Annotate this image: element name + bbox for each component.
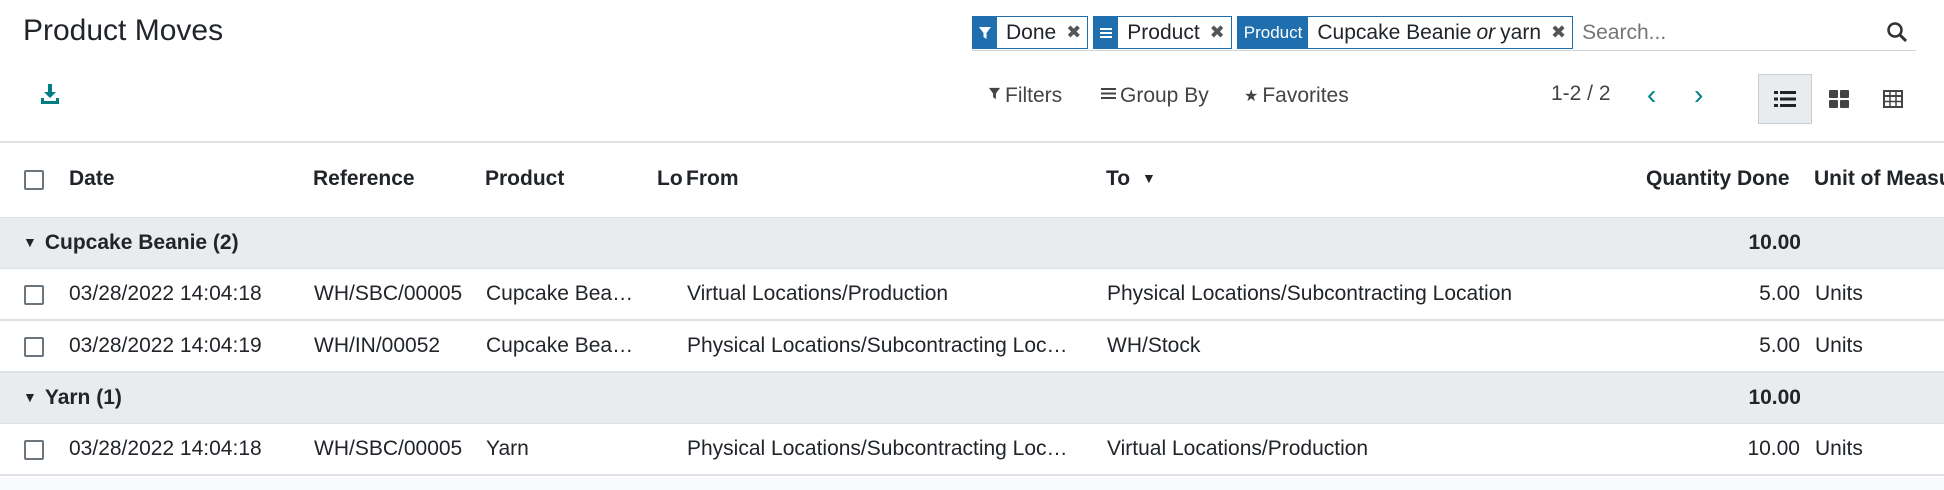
view-switcher — [1758, 74, 1920, 124]
facet-value: Cupcake Beanie or yarn — [1308, 17, 1547, 48]
chevron-right-icon[interactable]: › — [1694, 81, 1703, 109]
filter-icon — [973, 17, 997, 48]
cell-to: Physical Locations/Subcontracting Locati… — [1107, 282, 1513, 305]
star-icon: ★ — [1244, 88, 1259, 105]
search-input[interactable] — [1578, 16, 1916, 49]
group-row[interactable]: ▼ Yarn (1) 10.00 — [0, 373, 1944, 424]
cell-uom: Units — [1815, 282, 1863, 305]
pager-value[interactable]: 1-2 / 2 — [1551, 82, 1611, 106]
table-bottom-strip — [0, 478, 1944, 490]
list-view-button[interactable] — [1758, 74, 1812, 124]
cell-from: Physical Locations/Subcontracting Loc… — [687, 334, 1068, 357]
close-icon[interactable]: ✖ — [1206, 17, 1231, 48]
facet-value: Product — [1127, 20, 1200, 44]
facet-connector: or — [1476, 20, 1496, 44]
column-reference[interactable]: Reference — [313, 167, 415, 191]
cell-to: Virtual Locations/Production — [1107, 437, 1369, 460]
chevron-left-icon[interactable]: ‹ — [1647, 81, 1656, 109]
facet-filter-done[interactable]: Done ✖ — [972, 16, 1089, 49]
caret-down-icon: ▼ — [23, 389, 37, 405]
cell-quantity: 5.00 — [1759, 334, 1800, 357]
facet-product-search[interactable]: Product Cupcake Beanie or yarn ✖ — [1236, 16, 1574, 49]
search-icon[interactable] — [1886, 21, 1908, 43]
filter-icon — [988, 87, 1001, 105]
cell-to: WH/Stock — [1107, 334, 1201, 357]
column-quantity-done[interactable]: Quantity Done — [1646, 167, 1790, 191]
cell-product: Cupcake Bea… — [486, 334, 634, 357]
group-total: 10.00 — [1748, 386, 1801, 409]
cell-from: Virtual Locations/Production — [687, 282, 949, 305]
cell-uom: Units — [1815, 334, 1863, 357]
caret-down-icon: ▼ — [23, 234, 37, 250]
close-icon[interactable]: ✖ — [1062, 17, 1087, 48]
column-lot[interactable]: Lo — [657, 167, 683, 191]
group-total: 10.00 — [1748, 231, 1801, 254]
group-by-icon — [1101, 87, 1116, 105]
search-bar: Done ✖ Product ✖ Product Cupcake Beanie … — [972, 15, 1916, 51]
facet-value-a: Cupcake Beanie — [1317, 20, 1472, 44]
column-to-label: To — [1106, 167, 1131, 190]
column-to[interactable]: To ▼ — [1106, 167, 1156, 191]
facet-value-b: yarn — [1500, 20, 1542, 44]
column-from[interactable]: From — [686, 167, 739, 191]
group-row[interactable]: ▼ Cupcake Beanie (2) 10.00 — [0, 218, 1944, 269]
table-row[interactable]: 03/28/2022 14:04:18 WH/SBC/00005 Yarn Ph… — [0, 424, 1944, 476]
sort-down-icon: ▼ — [1141, 170, 1156, 186]
column-date[interactable]: Date — [69, 167, 115, 191]
favorites-label: Favorites — [1262, 84, 1349, 107]
group-by-button[interactable]: Group By — [1101, 84, 1209, 108]
pivot-view-icon — [1883, 90, 1903, 108]
cell-quantity: 10.00 — [1747, 437, 1800, 460]
row-checkbox[interactable] — [24, 285, 44, 305]
cell-product: Yarn — [486, 437, 529, 460]
page-title: Product Moves — [23, 14, 224, 47]
row-checkbox[interactable] — [24, 337, 44, 357]
cell-reference: WH/SBC/00005 — [314, 437, 463, 460]
filters-label: Filters — [1005, 84, 1063, 107]
row-checkbox[interactable] — [24, 440, 44, 460]
list-view-icon — [1774, 91, 1796, 107]
close-icon[interactable]: ✖ — [1547, 17, 1572, 48]
cell-reference: WH/SBC/00005 — [314, 282, 463, 305]
kanban-view-button[interactable] — [1812, 74, 1866, 124]
cell-quantity: 5.00 — [1759, 282, 1800, 305]
cell-reference: WH/IN/00052 — [314, 334, 441, 357]
facet-groupby-product[interactable]: Product ✖ — [1093, 16, 1232, 49]
filters-button[interactable]: Filters — [988, 84, 1062, 108]
favorites-button[interactable]: ★ Favorites — [1244, 84, 1349, 108]
group-label: Cupcake Beanie (2) — [44, 231, 239, 254]
cell-date: 03/28/2022 14:04:19 — [69, 334, 262, 357]
download-icon[interactable] — [38, 82, 62, 106]
column-product[interactable]: Product — [485, 167, 564, 191]
group-label: Yarn (1) — [44, 386, 122, 409]
table-row[interactable]: 03/28/2022 14:04:19 WH/IN/00052 Cupcake … — [0, 321, 1944, 373]
facet-value: Done — [1006, 20, 1057, 44]
group-by-icon — [1094, 17, 1119, 48]
facet-label: Product — [1237, 17, 1309, 48]
pivot-view-button[interactable] — [1866, 74, 1920, 124]
column-unit-of-measure[interactable]: Unit of Measu — [1814, 167, 1944, 191]
cell-product: Cupcake Bea… — [486, 282, 634, 305]
cell-from: Physical Locations/Subcontracting Loc… — [687, 437, 1068, 460]
cell-date: 03/28/2022 14:04:18 — [69, 437, 262, 460]
table-header: Date Reference Product Lo From To ▼ Quan… — [0, 143, 1944, 218]
table-row[interactable]: 03/28/2022 14:04:18 WH/SBC/00005 Cupcake… — [0, 269, 1944, 321]
cell-uom: Units — [1815, 437, 1863, 460]
cell-date: 03/28/2022 14:04:18 — [69, 282, 262, 305]
group-by-label: Group By — [1120, 84, 1209, 107]
select-all-checkbox[interactable] — [24, 170, 44, 190]
kanban-view-icon — [1829, 90, 1849, 108]
